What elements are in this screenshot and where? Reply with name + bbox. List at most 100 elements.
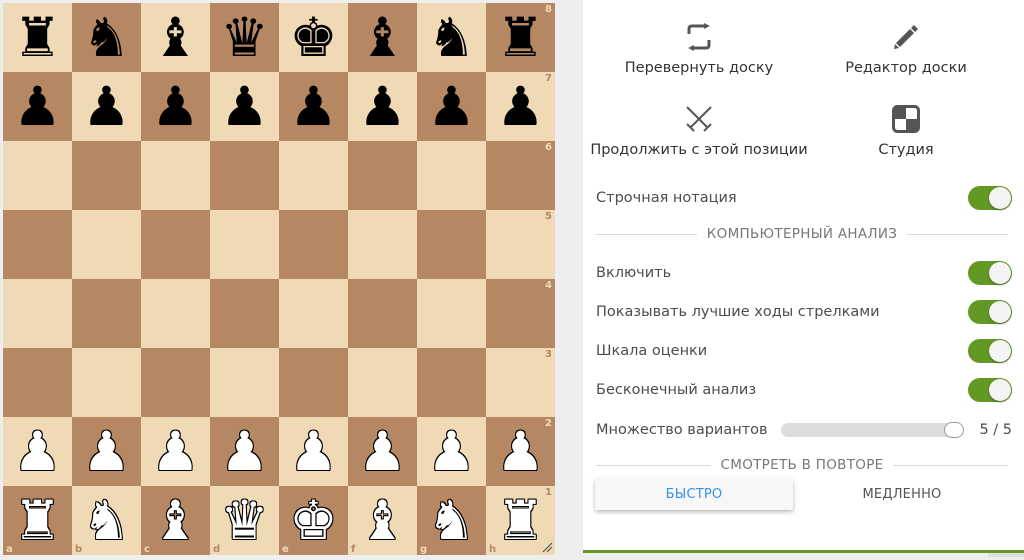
square-f1[interactable]: f ♝ <box>348 486 417 555</box>
square-h3[interactable]: 3 <box>486 348 555 417</box>
black-pawn-icon[interactable]: ♟ <box>72 72 141 141</box>
square-b5[interactable] <box>72 210 141 279</box>
square-c4[interactable] <box>141 279 210 348</box>
square-c3[interactable] <box>141 348 210 417</box>
white-bishop-icon[interactable]: ♝ <box>141 486 210 555</box>
square-g5[interactable] <box>417 210 486 279</box>
square-c6[interactable] <box>141 141 210 210</box>
enable-analysis-toggle[interactable] <box>968 261 1012 285</box>
square-g4[interactable] <box>417 279 486 348</box>
white-pawn-icon[interactable]: ♟ <box>348 417 417 486</box>
black-rook-icon[interactable]: ♜ <box>486 3 555 72</box>
inline-notation-toggle[interactable] <box>968 186 1012 210</box>
black-queen-icon[interactable]: ♛ <box>210 3 279 72</box>
square-h4[interactable]: 4 <box>486 279 555 348</box>
square-g3[interactable] <box>417 348 486 417</box>
square-f3[interactable] <box>348 348 417 417</box>
infinite-analysis-toggle[interactable] <box>968 378 1012 402</box>
square-e4[interactable] <box>279 279 348 348</box>
chess-board[interactable]: ♜ ♞ ♝ ♛ ♚ ♝ ♞ 8 ♜ ♟ ♟ ♟ ♟ ♟ ♟ ♟ 7 ♟ 6 5 4 3 ♟ ♟ ♟ ♟ ♟ ♟ ♟ 2 ♟ a ♜ b ♞ c ♝ d ♛ e… <box>3 3 555 555</box>
white-pawn-icon[interactable]: ♟ <box>3 417 72 486</box>
black-pawn-icon[interactable]: ♟ <box>417 72 486 141</box>
square-a1[interactable]: a ♜ <box>3 486 72 555</box>
square-a3[interactable] <box>3 348 72 417</box>
white-pawn-icon[interactable]: ♟ <box>417 417 486 486</box>
white-knight-icon[interactable]: ♞ <box>72 486 141 555</box>
square-e8[interactable]: ♚ <box>279 3 348 72</box>
square-e7[interactable]: ♟ <box>279 72 348 141</box>
square-g7[interactable]: ♟ <box>417 72 486 141</box>
square-a4[interactable] <box>3 279 72 348</box>
square-c1[interactable]: c ♝ <box>141 486 210 555</box>
square-a8[interactable]: ♜ <box>3 3 72 72</box>
white-queen-icon[interactable]: ♛ <box>210 486 279 555</box>
square-d2[interactable]: ♟ <box>210 417 279 486</box>
black-pawn-icon[interactable]: ♟ <box>279 72 348 141</box>
square-d8[interactable]: ♛ <box>210 3 279 72</box>
square-a5[interactable] <box>3 210 72 279</box>
square-c8[interactable]: ♝ <box>141 3 210 72</box>
white-knight-icon[interactable]: ♞ <box>417 486 486 555</box>
square-b6[interactable] <box>72 141 141 210</box>
square-c7[interactable]: ♟ <box>141 72 210 141</box>
black-bishop-icon[interactable]: ♝ <box>348 3 417 72</box>
board-editor-button[interactable]: Редактор доски <box>796 22 1016 76</box>
square-f5[interactable] <box>348 210 417 279</box>
black-pawn-icon[interactable]: ♟ <box>486 72 555 141</box>
black-king-icon[interactable]: ♚ <box>279 3 348 72</box>
square-d5[interactable] <box>210 210 279 279</box>
multipv-slider[interactable] <box>781 422 965 438</box>
black-pawn-icon[interactable]: ♟ <box>210 72 279 141</box>
white-pawn-icon[interactable]: ♟ <box>486 417 555 486</box>
square-g8[interactable]: ♞ <box>417 3 486 72</box>
white-pawn-icon[interactable]: ♟ <box>279 417 348 486</box>
square-d6[interactable] <box>210 141 279 210</box>
square-d7[interactable]: ♟ <box>210 72 279 141</box>
square-f4[interactable] <box>348 279 417 348</box>
continue-from-here-button[interactable]: Продолжить с этой позиции <box>589 104 809 158</box>
black-rook-icon[interactable]: ♜ <box>3 3 72 72</box>
white-pawn-icon[interactable]: ♟ <box>141 417 210 486</box>
replay-slow-button[interactable]: МЕДЛЕННО <box>803 478 1001 510</box>
square-b1[interactable]: b ♞ <box>72 486 141 555</box>
square-e2[interactable]: ♟ <box>279 417 348 486</box>
square-d1[interactable]: d ♛ <box>210 486 279 555</box>
white-rook-icon[interactable]: ♜ <box>3 486 72 555</box>
white-pawn-icon[interactable]: ♟ <box>210 417 279 486</box>
square-a6[interactable] <box>3 141 72 210</box>
square-g1[interactable]: g ♞ <box>417 486 486 555</box>
square-g6[interactable] <box>417 141 486 210</box>
white-pawn-icon[interactable]: ♟ <box>72 417 141 486</box>
square-b3[interactable] <box>72 348 141 417</box>
replay-fast-button[interactable]: БЫСТРО <box>595 478 793 510</box>
black-bishop-icon[interactable]: ♝ <box>141 3 210 72</box>
square-b8[interactable]: ♞ <box>72 3 141 72</box>
square-h8[interactable]: 8 ♜ <box>486 3 555 72</box>
square-b2[interactable]: ♟ <box>72 417 141 486</box>
square-c5[interactable] <box>141 210 210 279</box>
square-h2[interactable]: 2 ♟ <box>486 417 555 486</box>
black-pawn-icon[interactable]: ♟ <box>348 72 417 141</box>
board-resize-handle[interactable] <box>541 541 553 553</box>
black-pawn-icon[interactable]: ♟ <box>3 72 72 141</box>
square-d3[interactable] <box>210 348 279 417</box>
square-f2[interactable]: ♟ <box>348 417 417 486</box>
square-h6[interactable]: 6 <box>486 141 555 210</box>
black-knight-icon[interactable]: ♞ <box>417 3 486 72</box>
best-move-arrows-toggle[interactable] <box>968 300 1012 324</box>
square-f6[interactable] <box>348 141 417 210</box>
square-f7[interactable]: ♟ <box>348 72 417 141</box>
multipv-slider-thumb[interactable] <box>944 422 965 438</box>
eval-gauge-toggle[interactable] <box>968 339 1012 363</box>
square-e5[interactable] <box>279 210 348 279</box>
square-h5[interactable]: 5 <box>486 210 555 279</box>
square-e1[interactable]: e ♚ <box>279 486 348 555</box>
square-b4[interactable] <box>72 279 141 348</box>
square-e3[interactable] <box>279 348 348 417</box>
square-a2[interactable]: ♟ <box>3 417 72 486</box>
study-button[interactable]: Студия <box>796 104 1016 158</box>
black-pawn-icon[interactable]: ♟ <box>141 72 210 141</box>
white-king-icon[interactable]: ♚ <box>279 486 348 555</box>
square-f8[interactable]: ♝ <box>348 3 417 72</box>
square-a7[interactable]: ♟ <box>3 72 72 141</box>
